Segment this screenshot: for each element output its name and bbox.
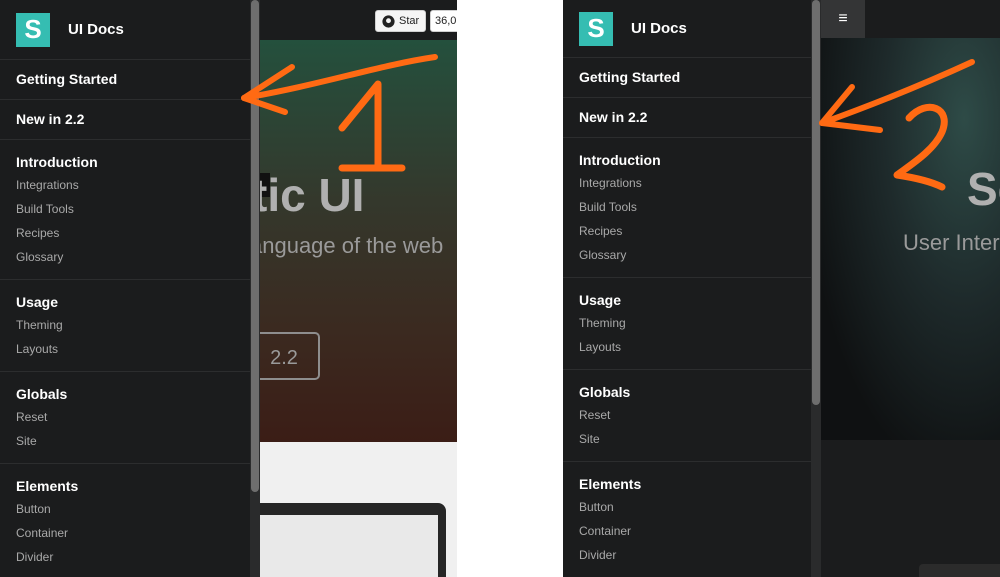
screenshot-panel-1: Star 36,0 tic UI anguage of the web 2.2 … [0, 0, 457, 577]
sidebar-section-title[interactable]: Usage [579, 289, 813, 311]
sidebar-item-divider[interactable]: Divider [579, 543, 813, 567]
sidebar-item-container[interactable]: Container [579, 519, 813, 543]
sidebar-section-usage: Usage Theming Layouts [0, 280, 250, 372]
sidebar-item-site[interactable]: Site [579, 427, 813, 451]
lower-section [250, 442, 457, 577]
sidebar-item-reset[interactable]: Reset [16, 405, 250, 429]
sidebar-item-button[interactable]: Button [16, 497, 250, 521]
sidebar-item-divider[interactable]: Divider [16, 545, 250, 569]
sidebar-scrollbar-thumb[interactable] [251, 0, 259, 492]
hero-subtitle: anguage of the web [250, 233, 444, 258]
page-content: ≡ Se User Inter [821, 0, 1000, 577]
sidebar-item-new-in-2-2[interactable]: New in 2.2 [0, 100, 250, 140]
lower-section [821, 440, 1000, 577]
sidebar-section-title[interactable]: Elements [16, 475, 250, 497]
sidebar: S UI Docs Getting Started New in 2.2 Int… [0, 0, 250, 577]
github-icon [382, 14, 395, 28]
page-topbar: Star 36,0 [250, 0, 457, 40]
sidebar-section-globals: Globals Reset Site [563, 370, 813, 462]
laptop-screen [250, 515, 438, 577]
logo-icon[interactable]: S [16, 12, 50, 47]
dark-popup [919, 564, 1000, 577]
brand-label[interactable]: UI Docs [68, 21, 124, 38]
sidebar-item-layouts[interactable]: Layouts [579, 335, 813, 359]
sidebar-section-title[interactable]: Elements [579, 473, 813, 495]
sidebar-section-title[interactable]: Introduction [579, 149, 813, 171]
sidebar-header[interactable]: S UI Docs [0, 0, 250, 60]
hero-subtitle: User Inter [903, 230, 1000, 255]
sidebar-item-recipes[interactable]: Recipes [16, 221, 250, 245]
page-content: Star 36,0 tic UI anguage of the web 2.2 [250, 0, 457, 577]
sidebar-item-reset[interactable]: Reset [579, 403, 813, 427]
sidebar-scrollbar-thumb[interactable] [812, 0, 820, 405]
screenshot-panel-2: ≡ Se User Inter S UI Docs Getting Starte… [563, 0, 1000, 577]
sidebar-section-elements: Elements Button Container Divider [563, 462, 813, 577]
sidebar-item-site[interactable]: Site [16, 429, 250, 453]
sidebar-item-getting-started[interactable]: Getting Started [563, 58, 813, 98]
version-button[interactable]: 2.2 [250, 332, 320, 380]
brand-label[interactable]: UI Docs [631, 20, 687, 37]
sidebar-section-globals: Globals Reset Site [0, 372, 250, 464]
github-star-count[interactable]: 36,0 [430, 10, 457, 32]
sidebar-header[interactable]: S UI Docs [563, 0, 813, 58]
sidebar-section-title[interactable]: Globals [16, 383, 250, 405]
sidebar-item-build-tools[interactable]: Build Tools [16, 197, 250, 221]
page-topbar: ≡ [821, 0, 1000, 38]
hero-title: tic UI [252, 169, 365, 221]
sidebar-section-introduction: Introduction Integrations Build Tools Re… [563, 138, 813, 278]
github-star-label: Star [399, 15, 420, 27]
github-star-button[interactable]: Star [375, 10, 427, 32]
sidebar-item-container[interactable]: Container [16, 521, 250, 545]
hero-section: Se User Inter [821, 38, 1000, 440]
sidebar: S UI Docs Getting Started New in 2.2 Int… [563, 0, 813, 577]
sidebar-item-layouts[interactable]: Layouts [16, 337, 250, 361]
laptop-image [250, 503, 446, 577]
sidebar-item-integrations[interactable]: Integrations [16, 173, 250, 197]
sidebar-item-getting-started[interactable]: Getting Started [0, 60, 250, 100]
sidebar-item-glossary[interactable]: Glossary [16, 245, 250, 269]
sidebar-item-new-in-2-2[interactable]: New in 2.2 [563, 98, 813, 138]
sidebar-item-integrations[interactable]: Integrations [579, 171, 813, 195]
sidebar-section-title[interactable]: Introduction [16, 151, 250, 173]
hero-section: tic UI anguage of the web 2.2 [250, 40, 457, 442]
hamburger-menu-icon[interactable]: ≡ [821, 0, 865, 38]
sidebar-section-introduction: Introduction Integrations Build Tools Re… [0, 140, 250, 280]
sidebar-item-recipes[interactable]: Recipes [579, 219, 813, 243]
sidebar-section-elements: Elements Button Container Divider [0, 464, 250, 577]
sidebar-item-theming[interactable]: Theming [16, 313, 250, 337]
sidebar-section-title[interactable]: Usage [16, 291, 250, 313]
sidebar-item-build-tools[interactable]: Build Tools [579, 195, 813, 219]
sidebar-item-glossary[interactable]: Glossary [579, 243, 813, 267]
sidebar-section-usage: Usage Theming Layouts [563, 278, 813, 370]
hero-title: Se [967, 163, 1000, 215]
sidebar-item-button[interactable]: Button [579, 495, 813, 519]
sidebar-item-theming[interactable]: Theming [579, 311, 813, 335]
sidebar-section-title[interactable]: Globals [579, 381, 813, 403]
logo-icon[interactable]: S [579, 11, 613, 46]
